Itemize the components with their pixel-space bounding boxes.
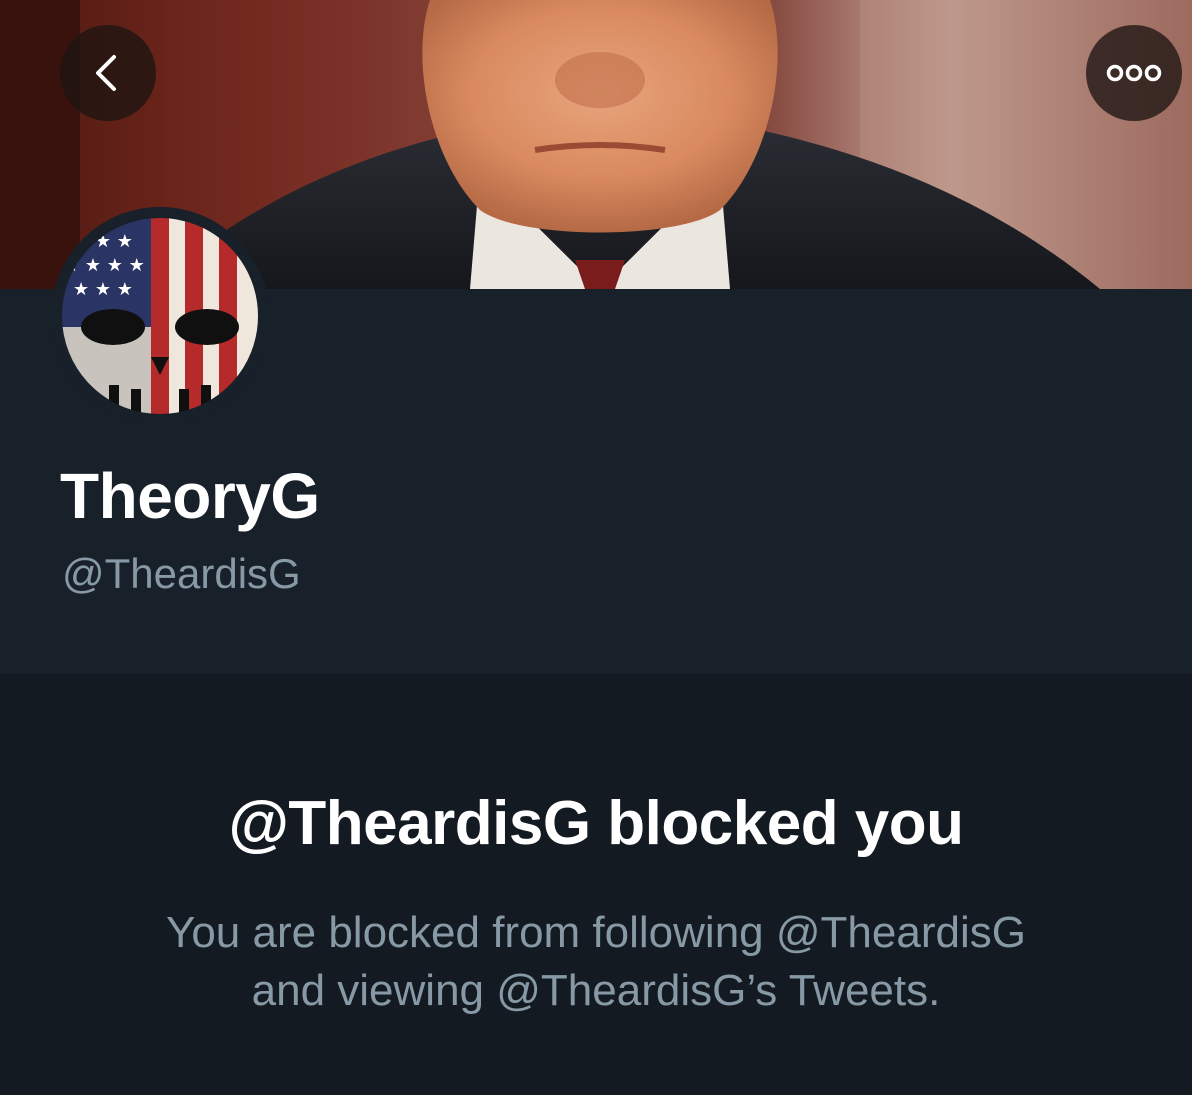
more-options-button[interactable] <box>1086 25 1182 121</box>
more-horizontal-icon <box>1106 64 1162 82</box>
back-button[interactable] <box>60 25 156 121</box>
profile-screen: ★ ★ ★ ★ ★ ★ ★ ★ ★ ★ TheoryG @TheardisG @… <box>0 0 1192 1095</box>
blocked-description-line-1: You are blocked from following @Theardis… <box>166 908 1026 957</box>
avatar[interactable]: ★ ★ ★ ★ ★ ★ ★ ★ ★ ★ <box>51 207 269 425</box>
blocked-notice-section <box>0 674 1192 1095</box>
blocked-description-line-2: and viewing @TheardisG’s Tweets. <box>251 966 941 1015</box>
blocked-description: You are blocked from following @Theardis… <box>96 904 1096 1020</box>
chevron-left-icon <box>96 55 116 91</box>
svg-text:★ ★ ★: ★ ★ ★ <box>73 279 133 300</box>
blocked-title: @TheardisG blocked you <box>228 789 964 858</box>
profile-handle: @TheardisG <box>62 550 301 597</box>
profile-display-name: TheoryG <box>60 460 320 532</box>
avatar-image: ★ ★ ★ ★ ★ ★ ★ ★ ★ ★ <box>52 208 268 424</box>
